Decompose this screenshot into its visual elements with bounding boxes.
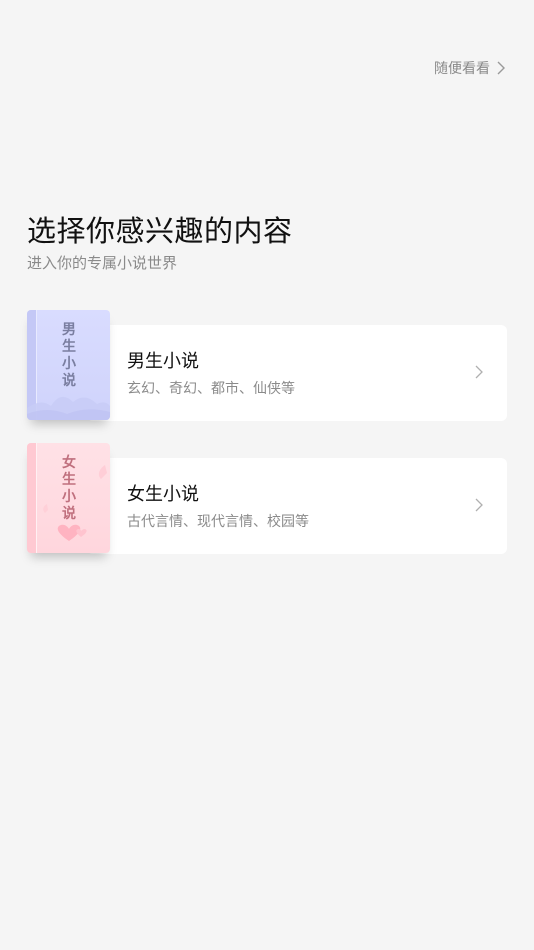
chevron-right-icon <box>475 365 483 379</box>
skip-button[interactable]: 随便看看 <box>434 58 506 78</box>
option-card[interactable]: 女生小说 古代言情、现代言情、校园等 <box>87 458 507 554</box>
male-book-cover: 男生小说 <box>27 310 110 420</box>
option-title: 男生小说 <box>127 351 199 372</box>
chevron-right-icon <box>497 61 505 75</box>
option-title: 女生小说 <box>127 484 199 505</box>
option-description: 玄幻、奇幻、都市、仙侠等 <box>127 381 295 397</box>
chevron-right-icon <box>475 498 483 512</box>
female-book-cover: 女生小说 <box>27 443 110 553</box>
hearts-art-icon <box>43 465 107 541</box>
male-novel-option[interactable]: 男生小说 玄幻、奇幻、都市、仙侠等 男生小说 <box>27 310 507 422</box>
female-novel-option[interactable]: 女生小说 古代言情、现代言情、校园等 女生小说 <box>27 443 507 555</box>
page-title: 选择你感兴趣的内容 <box>27 214 293 248</box>
page-subtitle: 进入你的专属小说世界 <box>27 254 178 272</box>
skip-label: 随便看看 <box>434 61 490 77</box>
interest-selection-screen: 随便看看 选择你感兴趣的内容 进入你的专属小说世界 男生小说 玄幻、奇幻、都市、… <box>0 0 534 950</box>
option-description: 古代言情、现代言情、校园等 <box>127 514 309 530</box>
option-card[interactable]: 男生小说 玄幻、奇幻、都市、仙侠等 <box>87 325 507 421</box>
mountain-art-icon <box>27 396 110 420</box>
